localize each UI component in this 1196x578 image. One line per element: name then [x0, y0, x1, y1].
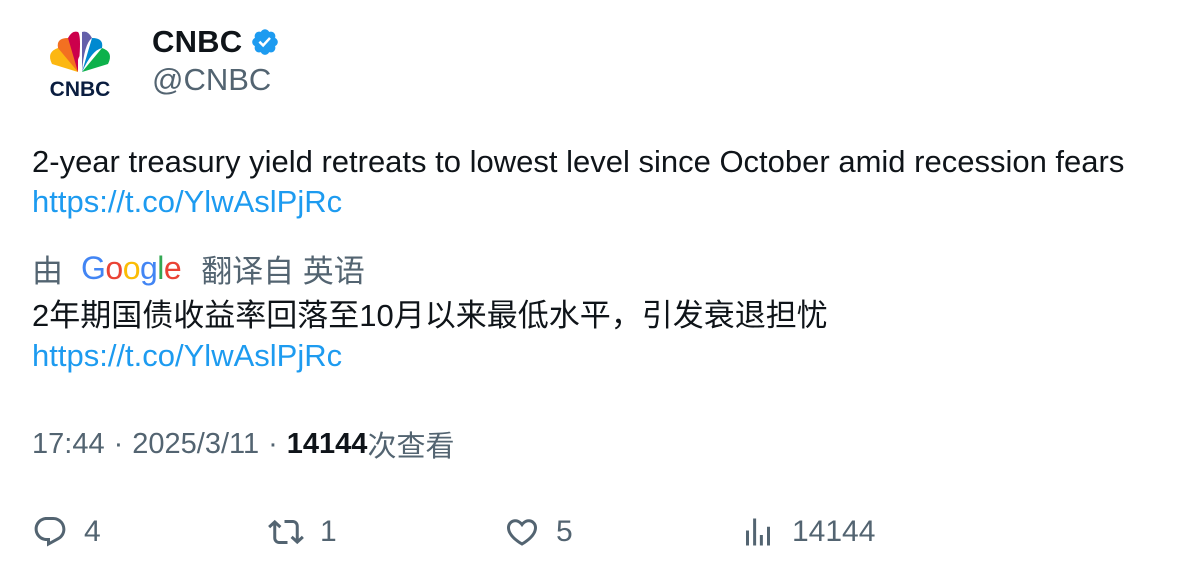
- translated-body: 2年期国债收益率回落至10月以来最低水平，引发衰退担忧 https://t.co…: [32, 296, 1182, 376]
- views-button[interactable]: 14144: [740, 508, 875, 556]
- retweet-count: 1: [320, 515, 337, 548]
- avatar-logo-text: CNBC: [50, 78, 111, 101]
- meta-separator: ·: [268, 427, 278, 460]
- translated-text: 2年期国债收益率回落至10月以来最低水平，引发衰退担忧: [32, 298, 828, 333]
- views-icon: [746, 518, 770, 546]
- reply-button[interactable]: 4: [32, 508, 101, 556]
- tweet-body: 2-year treasury yield retreats to lowest…: [32, 142, 1182, 222]
- translation-prefix: 由: [32, 253, 63, 289]
- like-count: 5: [556, 515, 573, 548]
- retweet-button[interactable]: 1: [268, 508, 337, 556]
- author-handle[interactable]: @CNBC: [152, 62, 271, 98]
- google-logo: Google: [81, 249, 182, 286]
- like-icon: [506, 519, 538, 546]
- translation-suffix: 翻译自 英语: [201, 253, 365, 289]
- author-avatar[interactable]: CNBC: [32, 24, 128, 120]
- translated-link[interactable]: https://t.co/YlwAslPjRc: [32, 338, 342, 373]
- author-display-name[interactable]: CNBC: [152, 24, 242, 60]
- tweet-link[interactable]: https://t.co/YlwAslPjRc: [32, 184, 342, 219]
- meta-separator: ·: [113, 427, 124, 460]
- retweet-icon: [268, 519, 304, 545]
- action-bar: 4 1 5 14144: [32, 508, 1172, 556]
- tweet-card: CNBC CNBC @CNBC 2-year treasury yield re…: [0, 0, 1196, 578]
- tweet-date[interactable]: 2025/3/11: [132, 428, 259, 461]
- reply-icon: [34, 517, 66, 547]
- translation-attribution[interactable]: 由 Google 翻译自 英语: [32, 246, 365, 290]
- views-label: 次查看: [367, 431, 455, 463]
- views-count: 14144: [286, 427, 368, 460]
- tweet-meta: 17:44 · 2025/3/11 · 14144 次查看: [32, 424, 454, 464]
- views-action-count: 14144: [792, 515, 876, 548]
- author-name-row[interactable]: CNBC: [152, 22, 280, 62]
- tweet-text: 2-year treasury yield retreats to lowest…: [32, 144, 1125, 179]
- cnbc-peacock-logo: CNBC: [50, 31, 111, 101]
- verified-badge-icon[interactable]: [250, 27, 280, 57]
- reply-count: 4: [84, 515, 101, 548]
- like-button[interactable]: 5: [504, 508, 573, 556]
- tweet-time[interactable]: 17:44: [32, 428, 105, 461]
